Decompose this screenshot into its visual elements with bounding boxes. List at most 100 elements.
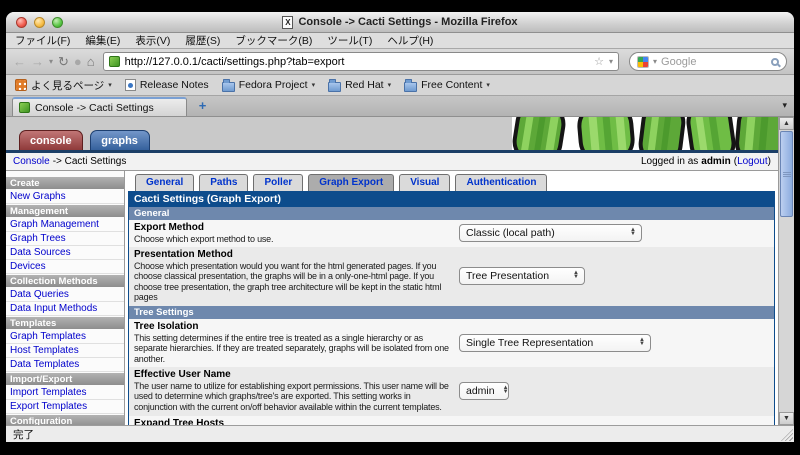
sidebar-header-create: Create: [6, 177, 124, 189]
sidebar-item-data-queries[interactable]: Data Queries: [6, 288, 124, 302]
down-arrow-icon: ▼: [630, 233, 636, 237]
scrollbar-track[interactable]: [779, 130, 794, 412]
zoom-window-button[interactable]: [52, 17, 63, 28]
down-arrow-icon: ▼: [503, 391, 509, 395]
site-favicon: [109, 56, 120, 67]
login-prefix: Logged in as: [641, 156, 698, 167]
breadcrumb-console-link[interactable]: Console: [13, 156, 50, 167]
sidebar-item-data-input-methods[interactable]: Data Input Methods: [6, 302, 124, 316]
section-header-general: General: [129, 207, 774, 220]
home-icon[interactable]: ⌂: [87, 55, 95, 68]
bookmark-label: Red Hat: [345, 79, 384, 91]
folder-icon: [404, 82, 417, 92]
sidebar-item-host-templates[interactable]: Host Templates: [6, 344, 124, 358]
settings-tab-poller[interactable]: Poller: [253, 174, 303, 191]
settings-tab-graph-export[interactable]: Graph Export: [308, 174, 394, 191]
logout-link[interactable]: Logout: [737, 156, 768, 167]
sidebar-item-graph-trees[interactable]: Graph Trees: [6, 232, 124, 246]
settings-tab-visual[interactable]: Visual: [399, 174, 450, 191]
bookmark-star-icon[interactable]: ☆: [594, 55, 604, 68]
browser-tab[interactable]: Console -> Cacti Settings: [12, 97, 187, 116]
page-scrollbar[interactable]: ▲ ▼: [778, 117, 794, 425]
navigation-toolbar: ← → ▾ ↻ ● ⌂ http://127.0.0.1/cacti/setti…: [6, 49, 794, 75]
sidebar-item-new-graphs[interactable]: New Graphs: [6, 190, 124, 204]
login-user: admin: [701, 156, 730, 167]
google-icon: [637, 56, 649, 68]
reload-icon[interactable]: ↻: [58, 55, 69, 68]
presentation-method-select[interactable]: Tree Presentation▲▼: [459, 267, 585, 285]
bookmark-label: Free Content: [421, 79, 482, 91]
breadcrumb-rest: -> Cacti Settings: [53, 156, 127, 167]
menu-item-2[interactable]: 表示(V): [135, 33, 170, 48]
tree-isolation-select[interactable]: Single Tree Representation▲▼: [459, 334, 651, 352]
window-title: X Console -> Cacti Settings - Mozilla Fi…: [282, 16, 517, 29]
folder-icon: [328, 82, 341, 92]
menu-item-6[interactable]: ヘルプ(H): [387, 33, 433, 48]
settings-tab-paths[interactable]: Paths: [199, 174, 248, 191]
url-dropdown-icon[interactable]: ▾: [609, 58, 613, 66]
menu-item-4[interactable]: ブックマーク(B): [235, 33, 312, 48]
select-stepper-icon: ▲▼: [630, 229, 636, 236]
search-input[interactable]: Google: [661, 56, 767, 68]
bookmark-label: Fedora Project: [239, 79, 308, 91]
history-dropdown-icon[interactable]: ▾: [49, 58, 53, 66]
setting-label-cell: Expand Tree HostsThis settings determine…: [134, 418, 459, 425]
setting-value-cell: Single Tree Representation▲▼: [459, 321, 769, 364]
menu-item-3[interactable]: 履歴(S): [185, 33, 220, 48]
bookmark-[interactable]: よく見るページ▾: [15, 78, 112, 93]
minimize-window-button[interactable]: [34, 17, 45, 28]
cacti-tab-console[interactable]: console: [19, 130, 83, 150]
setting-description: The user name to utilize for establishin…: [134, 381, 451, 413]
sidebar-header-collection-methods: Collection Methods: [6, 275, 124, 287]
resize-grip[interactable]: [781, 429, 793, 441]
select-value: Classic (local path): [466, 227, 555, 239]
chevron-down-icon: ▾: [388, 81, 392, 89]
bookmark-fedora-project[interactable]: Fedora Project▾: [222, 79, 315, 92]
search-bar[interactable]: ▾ Google: [629, 52, 787, 71]
close-window-button[interactable]: [16, 17, 27, 28]
sidebar-item-graph-management[interactable]: Graph Management: [6, 218, 124, 232]
export-method-select[interactable]: Classic (local path) ▲▼: [459, 224, 642, 242]
url-text[interactable]: http://127.0.0.1/cacti/settings.php?tab=…: [125, 56, 589, 68]
scrollbar-thumb[interactable]: [780, 131, 793, 217]
sidebar-item-graph-templates[interactable]: Graph Templates: [6, 330, 124, 344]
select-value: admin: [466, 385, 495, 397]
section-header-tree-settings: Tree Settings: [129, 306, 774, 319]
sidebar-item-import-templates[interactable]: Import Templates: [6, 386, 124, 400]
settings-tab-authentication[interactable]: Authentication: [455, 174, 547, 191]
bookmark-free-content[interactable]: Free Content▾: [404, 79, 490, 92]
document-icon: X: [282, 16, 293, 29]
new-tab-button[interactable]: +: [195, 98, 210, 113]
cacti-page: console graphs Console -> Cacti Settings …: [6, 117, 778, 425]
title-bar[interactable]: X Console -> Cacti Settings - Mozilla Fi…: [6, 12, 794, 33]
settings-table: Cacti Settings (Graph Export) GeneralExp…: [128, 191, 775, 425]
stop-icon[interactable]: ●: [74, 55, 82, 68]
effective-user-name-select[interactable]: admin▲▼: [459, 382, 509, 400]
cacti-tab-graphs[interactable]: graphs: [90, 130, 150, 150]
url-bar[interactable]: http://127.0.0.1/cacti/settings.php?tab=…: [103, 52, 619, 71]
menu-item-5[interactable]: ツール(T): [327, 33, 372, 48]
menu-bar: ファイル(F) 編集(E) 表示(V) 履歴(S) ブックマーク(B) ツール(T) ヘルプ…: [6, 33, 794, 49]
breadcrumb-bar: Console -> Cacti Settings Logged in as a…: [6, 153, 778, 171]
setting-value-cell: Tree Presentation▲▼: [459, 249, 769, 303]
search-icon[interactable]: [771, 58, 779, 66]
sidebar-item-export-templates[interactable]: Export Templates: [6, 400, 124, 414]
settings-content: General Paths Poller Graph Export Visual Auth…: [125, 171, 778, 425]
sidebar-item-data-sources[interactable]: Data Sources: [6, 246, 124, 260]
sidebar-item-devices[interactable]: Devices: [6, 260, 124, 274]
scroll-up-icon[interactable]: ▲: [779, 117, 794, 130]
menu-item-1[interactable]: 編集(E): [85, 33, 120, 48]
bookmark-release-notes[interactable]: Release Notes: [125, 79, 209, 91]
scroll-down-icon[interactable]: ▼: [779, 412, 794, 425]
bookmark-red-hat[interactable]: Red Hat ▾: [328, 79, 391, 92]
setting-value-cell: Classic (local path) ▲▼: [459, 222, 769, 244]
tab-list-icon[interactable]: ▾: [782, 100, 787, 111]
search-engine-dropdown-icon[interactable]: ▾: [653, 58, 657, 66]
back-icon[interactable]: ←: [13, 55, 26, 68]
menu-item-0[interactable]: ファイル(F): [15, 33, 70, 48]
status-text: 完了: [13, 427, 34, 442]
forward-icon[interactable]: →: [31, 55, 44, 68]
settings-tab-general[interactable]: General: [135, 174, 194, 191]
sidebar-item-data-templates[interactable]: Data Templates: [6, 358, 124, 372]
breadcrumb: Console -> Cacti Settings: [13, 156, 126, 167]
